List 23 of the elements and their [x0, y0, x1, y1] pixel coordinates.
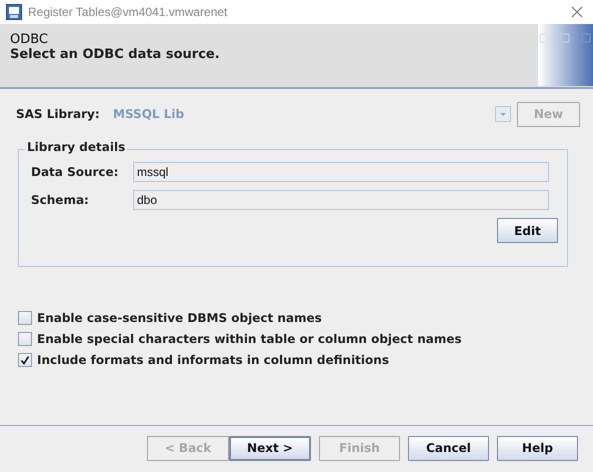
- close-icon[interactable]: [571, 6, 583, 18]
- field-label: Data Source:: [31, 165, 120, 179]
- checkbox-label: Include formats and informats in column definitions: [37, 353, 389, 367]
- window-title: Register Tables@vm4041.vmwarenet: [28, 5, 228, 19]
- wizard-button[interactable]: Next >: [229, 436, 311, 460]
- page-title: ODBC: [10, 32, 50, 47]
- wizard-button[interactable]: Cancel: [408, 436, 489, 460]
- library-dropdown-value: MSSQL Lib: [113, 107, 186, 121]
- checkbox-label: Enable special characters within table or column object names: [37, 332, 462, 346]
- checkbox[interactable]: [18, 353, 32, 367]
- checkbox-label: Enable case-sensitive DBMS object names: [37, 311, 322, 325]
- input-field[interactable]: mssql: [133, 162, 549, 182]
- group-legend: Library details: [25, 140, 128, 154]
- app-icon: [6, 4, 22, 20]
- checkbox[interactable]: [18, 332, 32, 346]
- field-label: SAS Library:: [16, 107, 101, 121]
- edit-button[interactable]: Edit: [497, 218, 558, 243]
- field-label: Schema:: [31, 193, 90, 207]
- wizard-button[interactable]: Help: [497, 436, 578, 460]
- banner-graphic: [538, 24, 593, 86]
- checkbox[interactable]: [18, 311, 32, 325]
- input-field[interactable]: dbo: [133, 190, 549, 210]
- page-subtitle: Select an ODBC data source.: [10, 47, 221, 62]
